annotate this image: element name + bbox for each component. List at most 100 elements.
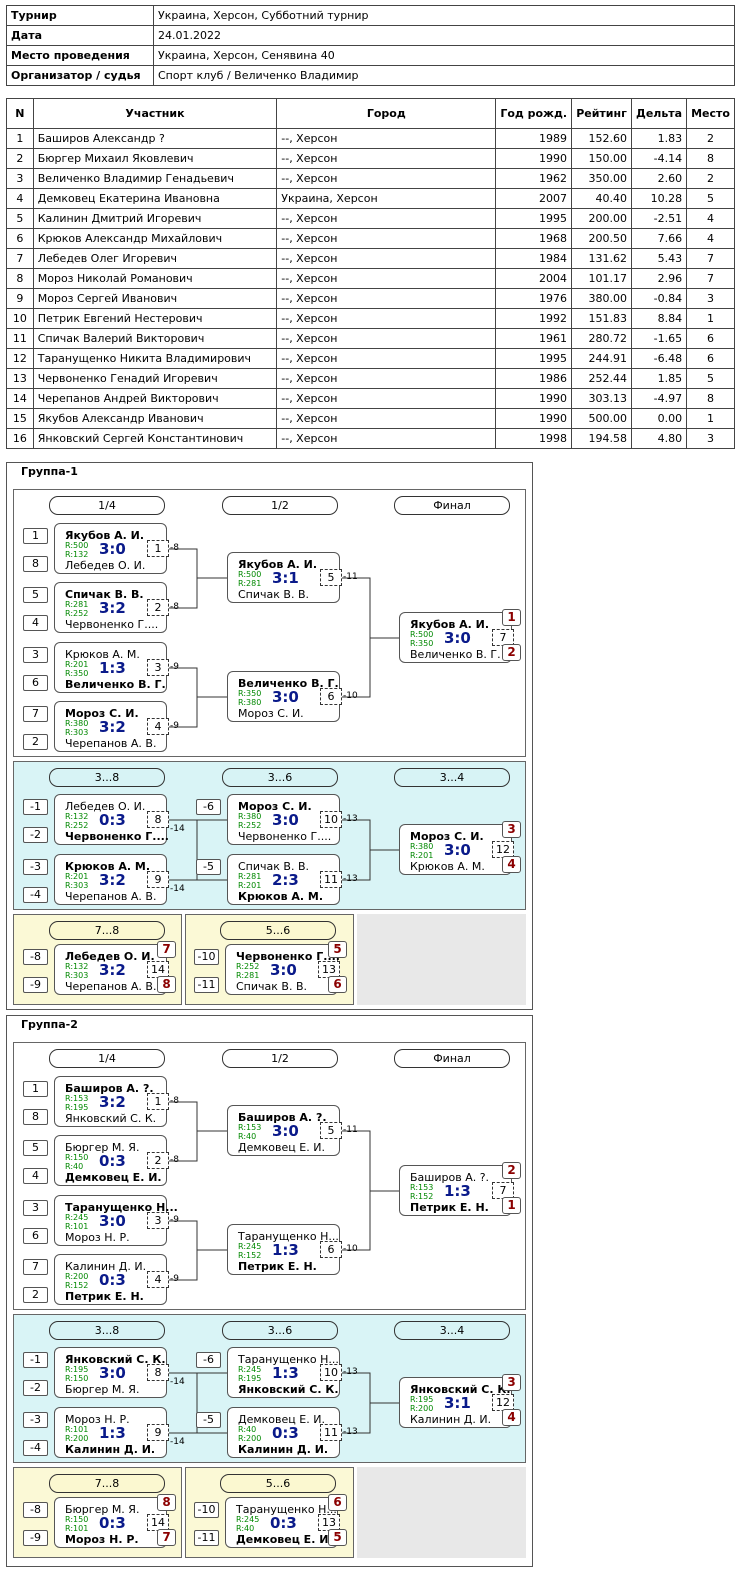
player-cell: Таранущенко Никита Владимирович xyxy=(32,348,278,369)
player1-rating: R:150 xyxy=(65,1515,89,1524)
place-top: 2 xyxy=(502,1162,521,1179)
player2-name: Черепанов А. В. xyxy=(65,737,157,750)
player-cell: 8 xyxy=(686,148,735,169)
seed-top: 1 xyxy=(23,528,48,544)
player1-rating: R:153 xyxy=(238,1123,262,1132)
seed-top: -10 xyxy=(194,949,219,965)
match-box: Крюков А. М. Величенко В. Г. R:201 R:350 1:3… xyxy=(54,642,169,693)
loser-destination: -13 xyxy=(343,1427,358,1437)
place-bottom: 2 xyxy=(502,644,521,661)
seed-top: 7 xyxy=(23,706,48,722)
player-cell: --, Херсон xyxy=(276,248,497,269)
place-top: 8 xyxy=(157,1494,176,1511)
player-cell: 131.62 xyxy=(571,248,633,269)
player2-rating: R:252 xyxy=(65,609,89,618)
player2-name: Петрик Е. Н. xyxy=(65,1290,144,1303)
match-box: Баширов А. ?. Петрик Е. Н. R:153 R:152 1:3 7 xyxy=(399,1165,514,1216)
bracket-connector xyxy=(167,548,198,609)
seed-top: -8 xyxy=(23,949,48,965)
seed-bottom: -9 xyxy=(23,977,48,993)
player2-name: Спичак В. В. xyxy=(238,588,309,601)
match-number: 4 xyxy=(147,1271,169,1288)
player1-rating: R:500 xyxy=(65,541,89,550)
loser-destination: -8 xyxy=(170,1096,179,1106)
player1-rating: R:201 xyxy=(65,872,89,881)
player-cell: 8 xyxy=(6,268,34,289)
match-score: 0:3 xyxy=(99,1514,126,1532)
player-cell: 6 xyxy=(686,328,735,349)
player-cell: 3 xyxy=(6,168,34,189)
player1-rating: R:101 xyxy=(65,1425,89,1434)
place-top: 3 xyxy=(502,1374,521,1391)
player-cell: Черепанов Андрей Викторович xyxy=(32,388,278,409)
player-cell: Червоненко Генадий Игоревич xyxy=(32,368,278,389)
player-cell: --, Херсон xyxy=(276,228,497,249)
match-number: 10 xyxy=(320,811,342,828)
player-cell: 1 xyxy=(686,308,735,329)
player-cell: Спичак Валерий Викторович xyxy=(32,328,278,349)
player2-name: Янковский С. К. xyxy=(65,1112,157,1125)
player-cell: 244.91 xyxy=(571,348,633,369)
info-label: Дата xyxy=(6,25,154,46)
info-label: Турнир xyxy=(6,5,154,26)
match-box: Баширов А. ?. Янковский С. К. R:153 R:195 3:… xyxy=(54,1076,169,1127)
seed-top: 7 xyxy=(23,1259,48,1275)
match-score: 3:0 xyxy=(272,688,299,706)
place-bottom: 6 xyxy=(328,976,347,993)
info-value: Украина, Херсон, Субботний турнир xyxy=(153,5,735,26)
player-cell: Мороз Сергей Иванович xyxy=(32,288,278,309)
match-number: 11 xyxy=(320,871,342,888)
match-number: 2 xyxy=(147,1152,169,1169)
player1-rating: R:245 xyxy=(236,1515,260,1524)
player-cell: 12 xyxy=(6,348,34,369)
player-cell: Калинин Дмитрий Игоревич xyxy=(32,208,278,229)
player2-name: Червоненко Г.... xyxy=(65,830,169,843)
player-cell: 1.83 xyxy=(631,128,688,149)
match-number: 3 xyxy=(147,659,169,676)
player2-rating: R:281 xyxy=(236,971,260,980)
seed-top: -3 xyxy=(23,1412,48,1428)
match-number: 5 xyxy=(320,569,342,586)
match-box: Таранущенко Н... Мороз Н. Р. R:245 R:101 3:0… xyxy=(54,1195,178,1246)
match-score: 3:2 xyxy=(99,961,126,979)
match-box: Мороз С. И. Черепанов А. В. R:380 R:303 3:2 4 xyxy=(54,701,169,752)
loser-destination: -13 xyxy=(343,874,358,884)
place-top: 6 xyxy=(328,1494,347,1511)
player1-rating: R:380 xyxy=(410,842,434,851)
place-bottom: 4 xyxy=(502,856,521,873)
player-cell: 1961 xyxy=(495,328,573,349)
player1-rating: R:195 xyxy=(410,1395,434,1404)
player-row: 6 Крюков Александр Михайлович --, Херсон 19… xyxy=(6,228,735,249)
seed-bottom: -2 xyxy=(23,1380,48,1396)
player2-rating: R:40 xyxy=(238,1132,257,1141)
player-row: 14 Черепанов Андрей Викторович --, Херсон 1… xyxy=(6,388,735,409)
loser-destination: -13 xyxy=(343,1367,358,1377)
match-number: 4 xyxy=(147,718,169,735)
match-score: 1:3 xyxy=(272,1241,299,1259)
player2-name: Калинин Д. И. xyxy=(65,1443,156,1456)
info-value: 24.01.2022 xyxy=(153,25,735,46)
loser-destination: -9 xyxy=(170,662,179,672)
seed-top: 3 xyxy=(23,647,48,663)
player-cell: Янковский Сергей Константинович xyxy=(32,428,278,449)
player2-name: Петрик Е. Н. xyxy=(238,1260,317,1273)
player-row: 10 Петрик Евгений Нестерович --, Херсон 199… xyxy=(6,308,735,329)
column-header: Город xyxy=(276,98,497,129)
seed-top: 3 xyxy=(23,1200,48,1216)
match-score: 3:0 xyxy=(270,961,297,979)
player-row: 4 Демковец Екатерина Ивановна Украина, Хер… xyxy=(6,188,735,209)
player-cell: 500.00 xyxy=(571,408,633,429)
player2-rating: R:252 xyxy=(238,821,262,830)
player-cell: 1989 xyxy=(495,128,573,149)
player2-rating: R:350 xyxy=(410,639,434,648)
match-score: 3:2 xyxy=(99,718,126,736)
player-row: 7 Лебедев Олег Игоревич --, Херсон 1984 131.… xyxy=(6,248,735,269)
player-cell: 200.00 xyxy=(571,208,633,229)
player1-rating: R:153 xyxy=(65,1094,89,1103)
player-cell: 7.66 xyxy=(631,228,688,249)
player2-rating: R:252 xyxy=(65,821,89,830)
player-cell: --, Херсон xyxy=(276,328,497,349)
player-cell: 1968 xyxy=(495,228,573,249)
player-cell: 4 xyxy=(686,208,735,229)
player2-rating: R:195 xyxy=(65,1103,89,1112)
